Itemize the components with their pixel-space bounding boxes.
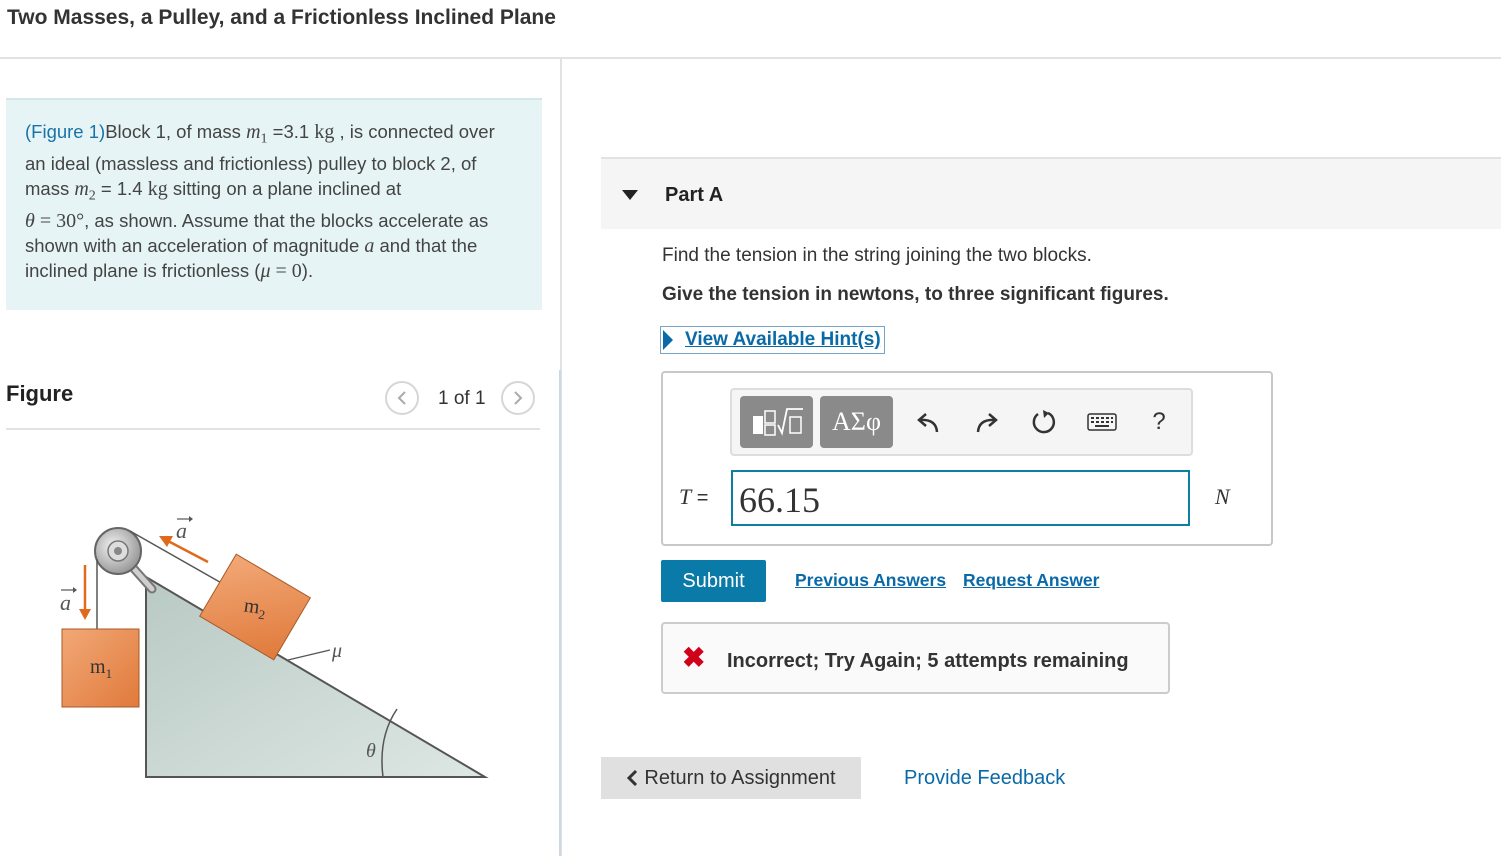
figure-next-button[interactable] [501,381,535,415]
templates-button[interactable] [740,396,813,448]
redo-button[interactable] [968,404,1004,440]
provide-feedback-link[interactable]: Provide Feedback [904,767,1065,790]
keyboard-icon [1087,413,1117,431]
part-a-header[interactable] [601,159,1501,229]
m1-subscript: 1 [260,131,268,147]
header-divider [0,57,1501,59]
feedback-message: Incorrect; Try Again; 5 attempts remaini… [727,650,1129,672]
answer-variable-label: T = [679,484,709,510]
problem-text: (Figure 1)Block 1, of mass m1 =3.1 kg , … [25,120,515,284]
help-button[interactable]: ? [1141,404,1177,440]
theta-label: θ [366,740,376,762]
unit-kg: kg [314,121,335,143]
theta-value: = 30° [34,210,85,233]
answer-input[interactable] [731,470,1190,526]
problem-text-part: ). [301,259,314,281]
page-title: Two Masses, a Pulley, and a Frictionless… [7,6,556,29]
caret-right-icon [663,330,673,350]
mu-symbol: μ [260,259,271,282]
answer-equals: = [691,487,709,509]
mu-label: μ [331,640,342,662]
greek-symbols-button[interactable]: ΑΣφ [820,396,893,448]
templates-icon [752,408,803,436]
problem-text-part: Block 1, of mass [105,121,247,142]
redo-icon [976,413,998,433]
m2-symbol: m [74,178,89,201]
inclined-plane [145,575,489,778]
figure-divider [6,428,540,430]
accel-arrow-down-head [79,609,91,620]
chevron-left-icon [397,391,406,405]
mu-pointer [287,649,331,661]
view-hints-label: View Available Hint(s) [685,329,881,350]
problem-statement: (Figure 1)Block 1, of mass m1 =3.1 kg , … [6,98,542,310]
return-label: Return to Assignment [644,766,836,789]
answer-variable: T [679,484,692,509]
pulley-incline-figure: m1 m2 a a μ θ [60,516,489,778]
problem-text-part: =3.1 [267,121,315,142]
previous-answers-link[interactable]: Previous Answers [795,570,946,591]
unit-kg: kg [147,178,168,201]
undo-button[interactable] [911,404,947,440]
mu-value: = 0 [270,259,302,282]
figure-pager: 1 of 1 [438,388,486,409]
theta-symbol: θ [25,210,35,233]
a-symbol: a [364,235,375,258]
part-a-title[interactable]: Part A [665,184,723,207]
m2-subscript: 2 [88,188,96,204]
submit-button[interactable]: Submit [661,560,766,602]
column-scroll-indicator [559,370,561,856]
keyboard-button[interactable] [1084,404,1120,440]
reset-icon [1032,410,1056,434]
incorrect-x-icon: ✖ [682,642,706,673]
accel-label-2: a [176,518,187,543]
m1-symbol: m [246,121,261,143]
accel-label-1: a [60,590,71,615]
figure-heading: Figure [6,381,74,406]
reset-button[interactable] [1026,404,1062,440]
pulley-axle [114,547,122,555]
problem-text-part: = 1.4 [95,178,148,200]
figure-link[interactable]: (Figure 1) [25,121,105,142]
figure-prev-button[interactable] [385,381,419,415]
chevron-left-icon [627,769,638,787]
undo-icon [917,413,939,433]
view-hints-link[interactable]: View Available Hint(s) [660,326,885,354]
chevron-right-icon [514,391,523,405]
question-text: Find the tension in the string joining t… [662,245,1092,266]
vector-bar-1-head [73,587,77,593]
instruction-text: Give the tension in newtons, to three si… [662,284,1169,305]
problem-text-part: sitting on a plane inclined at [167,178,402,200]
accel-arrow-up [167,539,209,564]
request-answer-link[interactable]: Request Answer [963,570,1099,591]
return-to-assignment-button[interactable]: Return to Assignment [601,757,861,799]
vector-bar-2-head [189,516,193,522]
caret-down-icon[interactable] [622,190,638,200]
answer-unit: N [1215,484,1230,509]
